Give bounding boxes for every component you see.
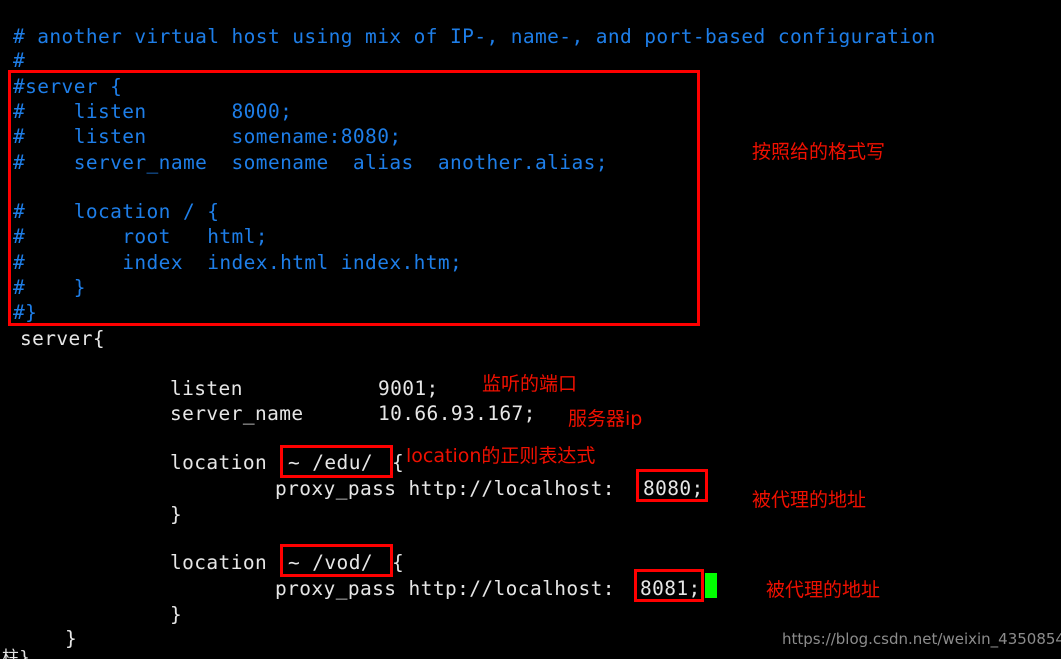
code-line-location-edu-pattern: ~ /edu/: [288, 451, 373, 474]
text-cursor-block: [705, 573, 717, 598]
code-line-location-vod-pattern: ~ /vod/: [288, 551, 373, 574]
comment-header-line-1: # another virtual host using mix of IP-,…: [13, 25, 936, 48]
code-line-proxy-pass-edu-prefix: proxy_pass http://localhost:: [275, 477, 615, 500]
comment-line-listen-8000: # listen 8000;: [13, 100, 293, 123]
comment-line-location: # location / {: [13, 200, 220, 223]
comment-line-listen-somename: # listen somename:8080;: [13, 125, 402, 148]
code-line-proxy-pass-edu-port: 8080;: [643, 477, 704, 500]
code-line-server-close: }: [65, 627, 78, 650]
code-line-listen-directive: listen: [170, 377, 243, 400]
csdn-watermark: https://blog.csdn.net/weixin_43508544: [782, 630, 1061, 648]
annotation-location-regex: location的正则表达式: [406, 445, 596, 467]
code-line-location-edu-close: }: [170, 503, 183, 526]
comment-line-server-name: # server_name somename alias another.ali…: [13, 151, 608, 174]
comment-line-server-open: #server {: [13, 75, 123, 98]
comment-line-server-close: #}: [13, 301, 38, 324]
annotation-proxied-address-vod: 被代理的地址: [766, 579, 881, 601]
code-line-bottom-partial: 柱}: [2, 648, 31, 659]
code-line-proxy-pass-vod-prefix: proxy_pass http://localhost:: [275, 577, 615, 600]
annotation-format-note: 按照给的格式写: [752, 141, 886, 163]
code-line-location-vod-keyword: location: [170, 551, 268, 574]
code-line-listen-value: 9001;: [378, 377, 439, 400]
code-line-server-open: server{: [20, 327, 105, 350]
annotation-proxied-address-edu: 被代理的地址: [752, 489, 867, 511]
annotation-server-ip: 服务器ip: [568, 408, 643, 430]
comment-line-location-close: # }: [13, 276, 86, 299]
code-line-server-name-directive: server_name: [170, 402, 304, 425]
comment-line-root: # root html;: [13, 225, 268, 248]
code-line-proxy-pass-vod-port: 8081;: [640, 577, 701, 600]
code-line-location-edu-brace: {: [392, 451, 405, 474]
code-line-location-edu-keyword: location: [170, 451, 268, 474]
terminal-screen: # another virtual host using mix of IP-,…: [0, 0, 1061, 659]
code-line-location-vod-close: }: [170, 603, 183, 626]
comment-header-line-2: #: [13, 49, 26, 72]
code-line-location-vod-brace: {: [392, 551, 405, 574]
annotation-listen-port: 监听的端口: [482, 373, 578, 395]
comment-line-index: # index index.html index.htm;: [13, 251, 463, 274]
code-line-server-name-value: 10.66.93.167;: [378, 402, 536, 425]
